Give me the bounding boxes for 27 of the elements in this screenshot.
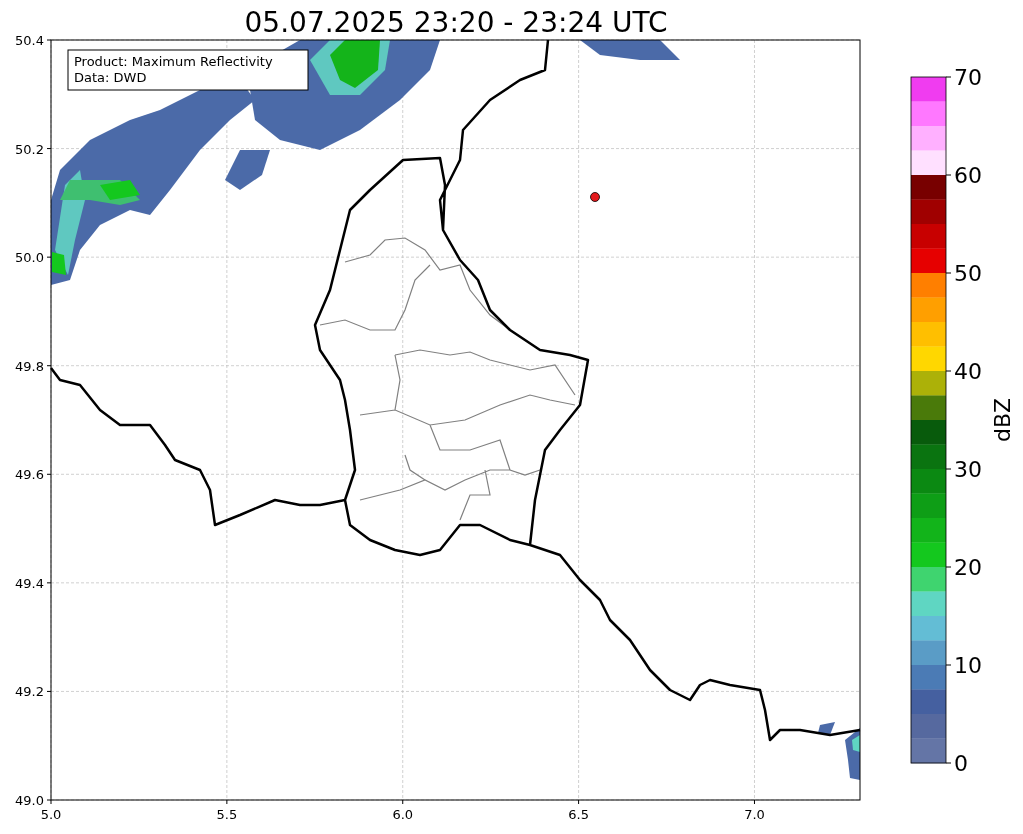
tick-label: 49.8 xyxy=(15,358,44,374)
colorbar-tick-label: 0 xyxy=(954,751,968,776)
station-marker xyxy=(590,192,600,202)
tick-label: 6.0 xyxy=(392,807,414,822)
tick-label: 50.0 xyxy=(15,250,44,266)
chart-title: 05.07.2025 23:20 - 23:24 UTC xyxy=(244,6,668,39)
colorbar-tick-label: 30 xyxy=(954,457,982,482)
colorbar-tick-label: 70 xyxy=(954,65,982,90)
radar-echo xyxy=(818,722,860,780)
tick-label: 5.5 xyxy=(216,807,238,822)
tick-label: 49.2 xyxy=(15,684,44,700)
colorbar-tick-label: 10 xyxy=(954,653,982,678)
colorbar-tick-label: 40 xyxy=(954,359,982,384)
tick-label: 5.0 xyxy=(40,807,62,822)
tick-label: 6.5 xyxy=(568,807,589,822)
tick-label: 49.6 xyxy=(15,467,44,483)
colorbar-label: dBZ xyxy=(990,397,1015,443)
tick-label: 49.0 xyxy=(15,793,44,808)
colorbar-tick-label: 50 xyxy=(954,261,982,286)
info-text: Product: Maximum Reflectivity xyxy=(74,54,273,69)
info-text: Data: DWD xyxy=(74,70,147,85)
tick-label: 49.4 xyxy=(15,575,44,591)
colorbar-tick-label: 20 xyxy=(954,555,982,580)
tick-label: 50.2 xyxy=(15,141,44,157)
colorbar-tick-label: 60 xyxy=(954,163,982,188)
tick-label: 50.4 xyxy=(15,33,44,48)
tick-label: 7.0 xyxy=(744,807,765,822)
